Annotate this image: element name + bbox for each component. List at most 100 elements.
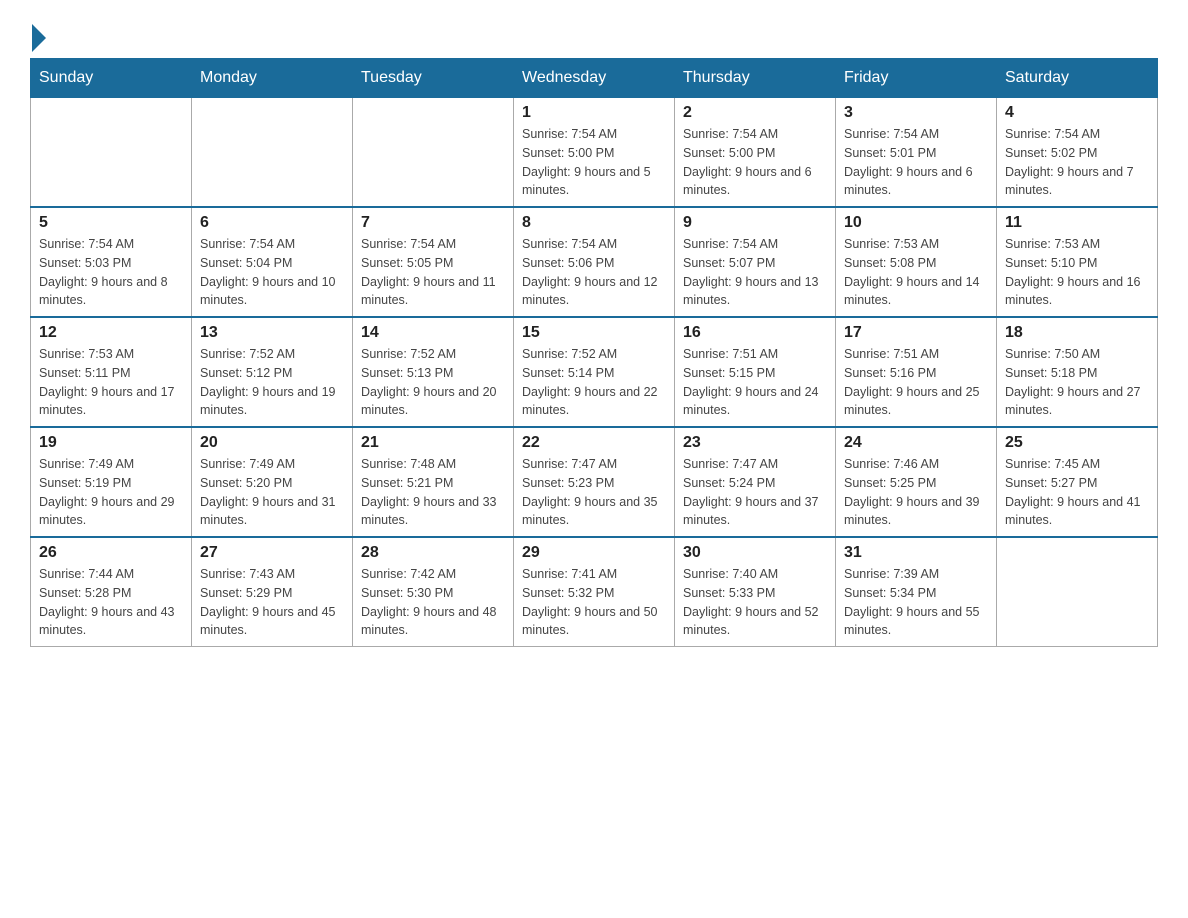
day-number: 1 (522, 104, 666, 122)
day-number: 4 (1005, 104, 1149, 122)
day-info: Sunrise: 7:53 AM Sunset: 5:10 PM Dayligh… (1005, 235, 1149, 310)
calendar-cell: 30 Sunrise: 7:40 AM Sunset: 5:33 PM Dayli… (675, 537, 836, 647)
day-number: 18 (1005, 324, 1149, 342)
calendar-cell: 22 Sunrise: 7:47 AM Sunset: 5:23 PM Dayli… (514, 427, 675, 537)
day-number: 22 (522, 434, 666, 452)
day-number: 5 (39, 214, 183, 232)
calendar-cell: 12 Sunrise: 7:53 AM Sunset: 5:11 PM Dayli… (31, 317, 192, 427)
calendar-cell: 17 Sunrise: 7:51 AM Sunset: 5:16 PM Dayli… (836, 317, 997, 427)
day-info: Sunrise: 7:43 AM Sunset: 5:29 PM Dayligh… (200, 565, 344, 640)
day-number: 26 (39, 544, 183, 562)
day-info: Sunrise: 7:44 AM Sunset: 5:28 PM Dayligh… (39, 565, 183, 640)
day-info: Sunrise: 7:47 AM Sunset: 5:24 PM Dayligh… (683, 455, 827, 530)
calendar-cell: 25 Sunrise: 7:45 AM Sunset: 5:27 PM Dayli… (997, 427, 1158, 537)
calendar-table: SundayMondayTuesdayWednesdayThursdayFrid… (30, 58, 1158, 647)
calendar-cell (31, 98, 192, 208)
calendar-cell: 21 Sunrise: 7:48 AM Sunset: 5:21 PM Dayli… (353, 427, 514, 537)
day-number: 28 (361, 544, 505, 562)
day-info: Sunrise: 7:52 AM Sunset: 5:12 PM Dayligh… (200, 345, 344, 420)
day-number: 11 (1005, 214, 1149, 232)
calendar-cell: 20 Sunrise: 7:49 AM Sunset: 5:20 PM Dayli… (192, 427, 353, 537)
calendar-cell: 5Sunrise: 7:54 AM Sunset: 5:03 PM Daylig… (31, 207, 192, 317)
day-number: 23 (683, 434, 827, 452)
day-number: 29 (522, 544, 666, 562)
calendar-cell: 14 Sunrise: 7:52 AM Sunset: 5:13 PM Dayli… (353, 317, 514, 427)
page-header (30, 20, 1158, 48)
calendar-cell: 18 Sunrise: 7:50 AM Sunset: 5:18 PM Dayli… (997, 317, 1158, 427)
day-of-week-header: Saturday (997, 59, 1158, 98)
day-info: Sunrise: 7:47 AM Sunset: 5:23 PM Dayligh… (522, 455, 666, 530)
day-info: Sunrise: 7:49 AM Sunset: 5:20 PM Dayligh… (200, 455, 344, 530)
day-info: Sunrise: 7:45 AM Sunset: 5:27 PM Dayligh… (1005, 455, 1149, 530)
calendar-cell (353, 98, 514, 208)
calendar-cell (192, 98, 353, 208)
day-of-week-header: Wednesday (514, 59, 675, 98)
day-number: 21 (361, 434, 505, 452)
day-info: Sunrise: 7:53 AM Sunset: 5:08 PM Dayligh… (844, 235, 988, 310)
day-number: 14 (361, 324, 505, 342)
day-number: 9 (683, 214, 827, 232)
day-number: 30 (683, 544, 827, 562)
day-number: 10 (844, 214, 988, 232)
calendar-cell: 11 Sunrise: 7:53 AM Sunset: 5:10 PM Dayli… (997, 207, 1158, 317)
day-info: Sunrise: 7:54 AM Sunset: 5:06 PM Dayligh… (522, 235, 666, 310)
day-number: 17 (844, 324, 988, 342)
calendar-cell: 4 Sunrise: 7:54 AM Sunset: 5:02 PM Daylig… (997, 98, 1158, 208)
day-info: Sunrise: 7:39 AM Sunset: 5:34 PM Dayligh… (844, 565, 988, 640)
calendar-cell: 13 Sunrise: 7:52 AM Sunset: 5:12 PM Dayli… (192, 317, 353, 427)
calendar-cell: 16Sunrise: 7:51 AM Sunset: 5:15 PM Dayli… (675, 317, 836, 427)
calendar-cell: 15Sunrise: 7:52 AM Sunset: 5:14 PM Dayli… (514, 317, 675, 427)
day-info: Sunrise: 7:49 AM Sunset: 5:19 PM Dayligh… (39, 455, 183, 530)
day-number: 19 (39, 434, 183, 452)
day-info: Sunrise: 7:42 AM Sunset: 5:30 PM Dayligh… (361, 565, 505, 640)
calendar-cell: 19 Sunrise: 7:49 AM Sunset: 5:19 PM Dayli… (31, 427, 192, 537)
day-number: 20 (200, 434, 344, 452)
day-info: Sunrise: 7:54 AM Sunset: 5:01 PM Dayligh… (844, 125, 988, 200)
calendar-cell: 29 Sunrise: 7:41 AM Sunset: 5:32 PM Dayli… (514, 537, 675, 647)
day-info: Sunrise: 7:40 AM Sunset: 5:33 PM Dayligh… (683, 565, 827, 640)
day-info: Sunrise: 7:54 AM Sunset: 5:04 PM Dayligh… (200, 235, 344, 310)
day-number: 12 (39, 324, 183, 342)
day-number: 3 (844, 104, 988, 122)
day-info: Sunrise: 7:54 AM Sunset: 5:05 PM Dayligh… (361, 235, 505, 310)
calendar-cell: 3 Sunrise: 7:54 AM Sunset: 5:01 PM Daylig… (836, 98, 997, 208)
day-number: 13 (200, 324, 344, 342)
calendar-cell: 10 Sunrise: 7:53 AM Sunset: 5:08 PM Dayli… (836, 207, 997, 317)
day-info: Sunrise: 7:53 AM Sunset: 5:11 PM Dayligh… (39, 345, 183, 420)
day-of-week-header: Monday (192, 59, 353, 98)
day-info: Sunrise: 7:41 AM Sunset: 5:32 PM Dayligh… (522, 565, 666, 640)
calendar-cell: 31Sunrise: 7:39 AM Sunset: 5:34 PM Dayli… (836, 537, 997, 647)
day-info: Sunrise: 7:54 AM Sunset: 5:07 PM Dayligh… (683, 235, 827, 310)
day-number: 6 (200, 214, 344, 232)
day-info: Sunrise: 7:52 AM Sunset: 5:13 PM Dayligh… (361, 345, 505, 420)
day-info: Sunrise: 7:51 AM Sunset: 5:16 PM Dayligh… (844, 345, 988, 420)
day-info: Sunrise: 7:51 AM Sunset: 5:15 PM Dayligh… (683, 345, 827, 420)
calendar-cell: 24 Sunrise: 7:46 AM Sunset: 5:25 PM Dayli… (836, 427, 997, 537)
day-number: 8 (522, 214, 666, 232)
calendar-cell: 9 Sunrise: 7:54 AM Sunset: 5:07 PM Daylig… (675, 207, 836, 317)
day-info: Sunrise: 7:54 AM Sunset: 5:00 PM Dayligh… (683, 125, 827, 200)
day-info: Sunrise: 7:48 AM Sunset: 5:21 PM Dayligh… (361, 455, 505, 530)
day-number: 27 (200, 544, 344, 562)
calendar-cell: 28 Sunrise: 7:42 AM Sunset: 5:30 PM Dayli… (353, 537, 514, 647)
logo (30, 20, 46, 48)
calendar-cell: 8 Sunrise: 7:54 AM Sunset: 5:06 PM Daylig… (514, 207, 675, 317)
day-of-week-header: Tuesday (353, 59, 514, 98)
calendar-cell: 26 Sunrise: 7:44 AM Sunset: 5:28 PM Dayli… (31, 537, 192, 647)
day-info: Sunrise: 7:46 AM Sunset: 5:25 PM Dayligh… (844, 455, 988, 530)
calendar-cell: 6 Sunrise: 7:54 AM Sunset: 5:04 PM Daylig… (192, 207, 353, 317)
day-number: 7 (361, 214, 505, 232)
calendar-cell: 1 Sunrise: 7:54 AM Sunset: 5:00 PM Daylig… (514, 98, 675, 208)
day-number: 2 (683, 104, 827, 122)
calendar-cell: 23 Sunrise: 7:47 AM Sunset: 5:24 PM Dayli… (675, 427, 836, 537)
day-info: Sunrise: 7:54 AM Sunset: 5:02 PM Dayligh… (1005, 125, 1149, 200)
logo-arrow-icon (32, 24, 46, 52)
day-of-week-header: Sunday (31, 59, 192, 98)
day-number: 25 (1005, 434, 1149, 452)
day-number: 24 (844, 434, 988, 452)
calendar-cell (997, 537, 1158, 647)
day-number: 15 (522, 324, 666, 342)
calendar-cell: 7 Sunrise: 7:54 AM Sunset: 5:05 PM Daylig… (353, 207, 514, 317)
day-info: Sunrise: 7:50 AM Sunset: 5:18 PM Dayligh… (1005, 345, 1149, 420)
day-info: Sunrise: 7:54 AM Sunset: 5:00 PM Dayligh… (522, 125, 666, 200)
